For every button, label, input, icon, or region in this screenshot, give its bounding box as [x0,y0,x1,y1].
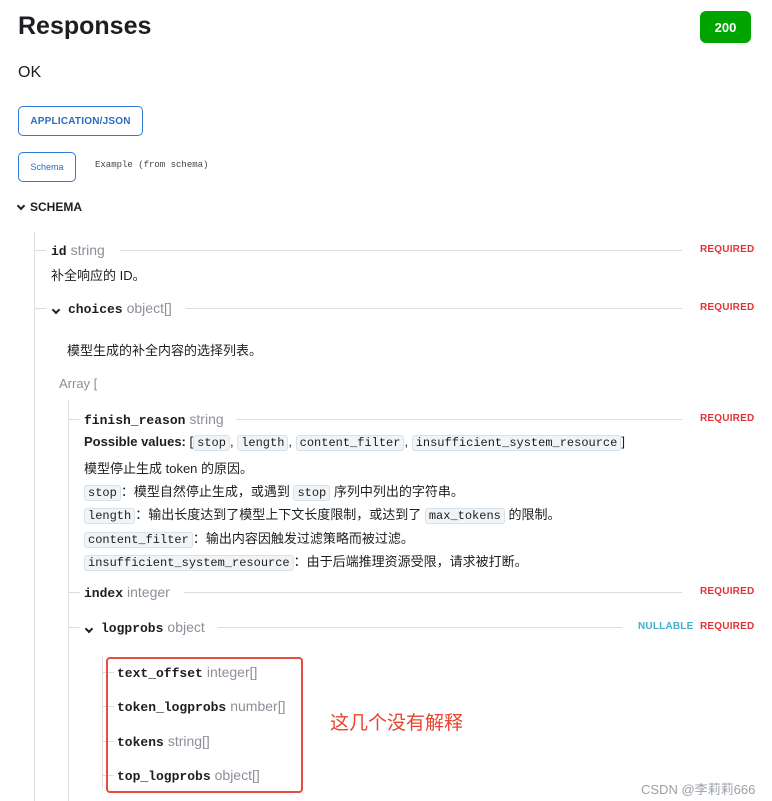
enum-value: stop [84,485,121,501]
property-type: string [189,411,224,427]
property-type: string [70,242,105,258]
divider [218,627,622,628]
detail-text: ：模型自然停止生成，或遇到 [120,484,294,499]
tab-schema[interactable]: Schema [18,152,76,182]
enum-value: length [237,435,289,451]
tree-line-logprobs [102,656,103,788]
schema-label: SCHEMA [30,200,83,214]
property-description: 模型停止生成 token 的原因。 [84,461,254,476]
array-open-label: Array [ [59,376,98,391]
chevron-down-icon[interactable] [84,624,94,634]
property-name: index [84,586,124,601]
required-badge: REQUIRED [700,244,755,255]
annotation-highlight-box [106,657,303,793]
page-title: Responses [18,12,152,40]
property-description: 模型生成的补全内容的选择列表。 [67,343,263,358]
detail-text: 的限制。 [504,507,561,522]
property-name: logprobs [101,621,164,636]
tree-branch [68,592,80,593]
annotation-note: 这几个没有解释 [330,713,464,734]
enum-value: content_filter [84,532,193,548]
property-type: integer [127,584,170,600]
required-badge: REQUIRED [700,302,755,313]
content-type-button[interactable]: APPLICATION/JSON [18,106,143,136]
divider [186,308,682,309]
detail-text: ：由于后端推理资源受限，请求被打断。 [293,554,528,569]
enum-value: insufficient_system_resource [411,435,622,451]
nullable-badge: NULLABLE [638,621,694,632]
schema-toggle[interactable]: SCHEMA [16,200,83,214]
detail-text: ：输出长度达到了模型上下文长度限制，或达到了 [135,507,425,522]
enum-value: max_tokens [424,508,505,524]
tree-branch [68,627,80,628]
enum-value: insufficient_system_resource [84,555,294,571]
finish-reason-detail: length ：输出长度达到了模型上下文长度限制，或达到了 max_tokens … [84,504,561,524]
enum-value: content_filter [295,435,405,451]
finish-reason-detail: content_filter ：输出内容因触发过滤策略而被过滤。 [84,528,414,548]
property-finish-reason: finish_reason string [84,411,224,428]
property-index: index integer [84,584,170,601]
enum-value: stop [293,485,331,501]
detail-text: 序列中列出的字符串。 [330,484,464,499]
tab-example[interactable]: Example (from schema) [95,160,208,170]
property-name: choices [68,302,123,317]
required-badge: REQUIRED [700,586,755,597]
response-description: OK [18,64,42,81]
finish-reason-detail: stop ：模型自然停止生成，或遇到 stop 序列中列出的字符串。 [84,481,464,501]
property-type: object [167,619,205,635]
tree-line-root [34,232,35,801]
chevron-down-icon [16,201,26,210]
finish-reason-detail: insufficient_system_resource ：由于后端推理资源受限，… [84,551,528,571]
watermark: CSDN @李莉莉666 [641,782,756,797]
tree-branch [68,419,80,420]
status-code-badge[interactable]: 200 [700,11,751,43]
property-choices[interactable]: choices object[] [51,300,172,317]
chevron-down-icon[interactable] [51,305,61,315]
divider [120,250,682,251]
enum-value: length [84,508,136,524]
tree-branch [34,250,46,251]
property-id: id string [51,242,105,259]
required-badge: REQUIRED [700,621,755,632]
detail-text: ：输出内容因触发过滤策略而被过滤。 [192,531,414,546]
divider [236,419,682,420]
enum-value: stop [193,435,230,451]
tree-line-array [68,400,69,801]
divider [184,592,682,593]
property-logprobs[interactable]: logprobs object [84,619,205,636]
property-name: id [51,244,67,259]
possible-values: Possible values: [stop, length, content_… [84,434,625,451]
property-name: finish_reason [84,413,186,428]
required-badge: REQUIRED [700,413,755,424]
possible-values-label: Possible values: [84,434,186,449]
property-type: object[] [126,300,172,316]
property-description: 补全响应的 ID。 [51,268,146,283]
tree-branch [34,308,46,309]
